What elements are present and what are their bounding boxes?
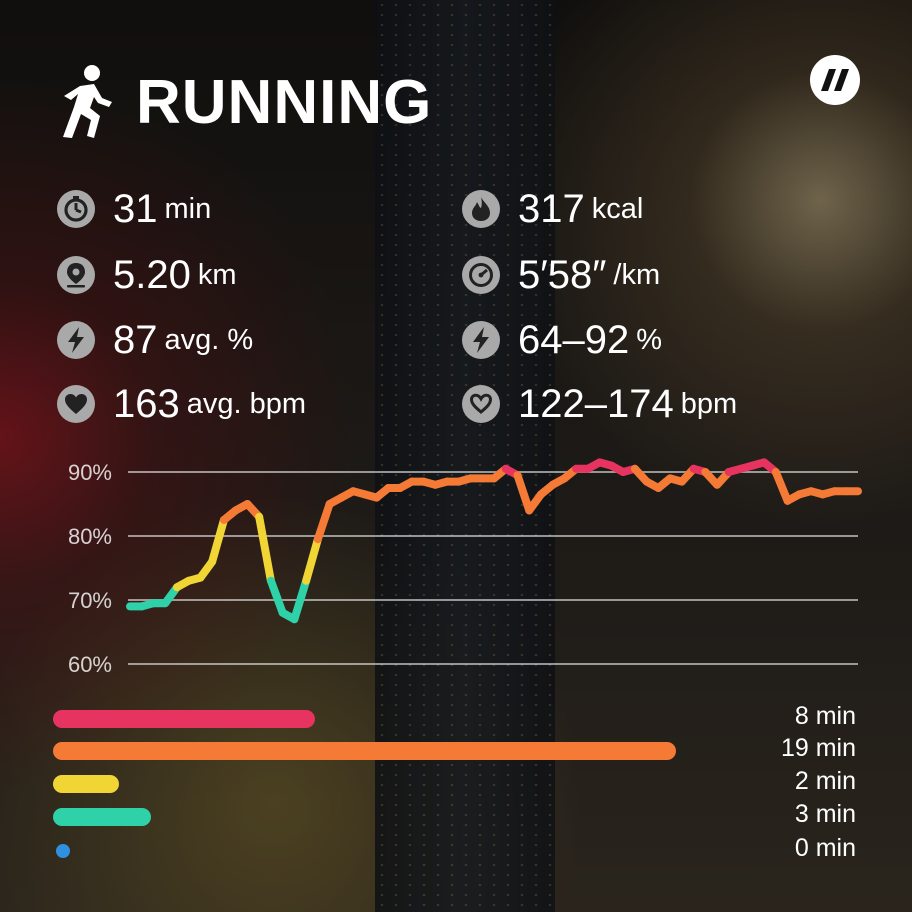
stat-avg-heart-rate-value: 163	[113, 381, 180, 426]
stat-pace: 5′58″ /km	[462, 250, 660, 300]
location-pin-icon	[57, 256, 95, 294]
zone-bar	[53, 742, 676, 760]
zone-duration-label: 3 min	[794, 800, 856, 828]
zone-dot	[56, 844, 70, 858]
stat-duration-value: 31	[113, 186, 158, 231]
zone-bar	[53, 775, 119, 793]
y-tick-label: 70%	[68, 588, 112, 613]
heart-outline-icon	[462, 385, 500, 423]
zone-duration-label: 2 min	[794, 767, 856, 795]
intensity-line-segment	[513, 471, 534, 515]
stat-calories: 317 kcal	[462, 184, 643, 234]
stat-calories-unit: kcal	[591, 192, 644, 225]
intensity-line-segment	[266, 576, 287, 617]
stat-distance-unit: km	[197, 258, 237, 291]
lightning-icon	[57, 321, 95, 359]
heart-icon	[57, 385, 95, 423]
flame-icon	[462, 190, 500, 228]
stat-avg-intensity: 87 avg. %	[57, 315, 253, 365]
intensity-line-segment	[290, 576, 311, 624]
y-tick-label: 60%	[68, 652, 112, 677]
zone-duration-label: 0 min	[794, 834, 856, 862]
y-tick-label: 80%	[68, 524, 112, 549]
stopwatch-icon	[57, 190, 95, 228]
stat-intensity-range: 64–92 %	[462, 315, 662, 365]
stat-intensity-range-unit: %	[636, 323, 663, 356]
zone-bar	[53, 808, 152, 826]
stat-heart-rate-range: 122–174 bpm	[462, 379, 737, 429]
activity-header: RUNNING	[50, 64, 432, 140]
stat-avg-heart-rate: 163 avg. bpm	[57, 379, 306, 429]
stat-distance-value: 5.20	[113, 252, 191, 297]
double-slash-logo-icon[interactable]	[810, 55, 860, 105]
stat-distance: 5.20 km	[57, 250, 237, 300]
stat-duration: 31 min	[57, 184, 211, 234]
zone-bar	[53, 710, 316, 728]
speedometer-icon	[462, 256, 500, 294]
intensity-line-segment	[771, 468, 792, 505]
stat-intensity-range-value: 64–92	[518, 317, 630, 362]
intensity-line-segment	[255, 512, 275, 585]
stat-avg-intensity-unit: avg. %	[164, 323, 254, 356]
intensity-line-segment	[208, 516, 228, 566]
stat-heart-rate-range-unit: bpm	[680, 387, 738, 420]
activity-title: RUNNING	[136, 67, 433, 137]
stat-pace-value: 5′58″	[518, 252, 607, 297]
y-tick-label: 90%	[68, 460, 112, 485]
intensity-line-segment	[302, 535, 322, 585]
stat-heart-rate-range-value: 122–174	[518, 381, 674, 426]
stat-pace-unit: /km	[613, 258, 661, 291]
stat-duration-unit: min	[164, 192, 212, 225]
intensity-line-chart: 90% 80% 70% 60%	[68, 458, 862, 677]
running-person-icon	[63, 65, 112, 138]
zone-duration-label: 19 min	[780, 734, 856, 762]
lightning-icon	[462, 321, 500, 359]
stat-calories-value: 317	[518, 186, 585, 231]
intensity-line-segment	[313, 500, 334, 544]
zone-duration-label: 8 min	[794, 702, 856, 730]
stat-avg-intensity-value: 87	[113, 317, 158, 362]
stat-avg-heart-rate-unit: avg. bpm	[186, 387, 307, 420]
